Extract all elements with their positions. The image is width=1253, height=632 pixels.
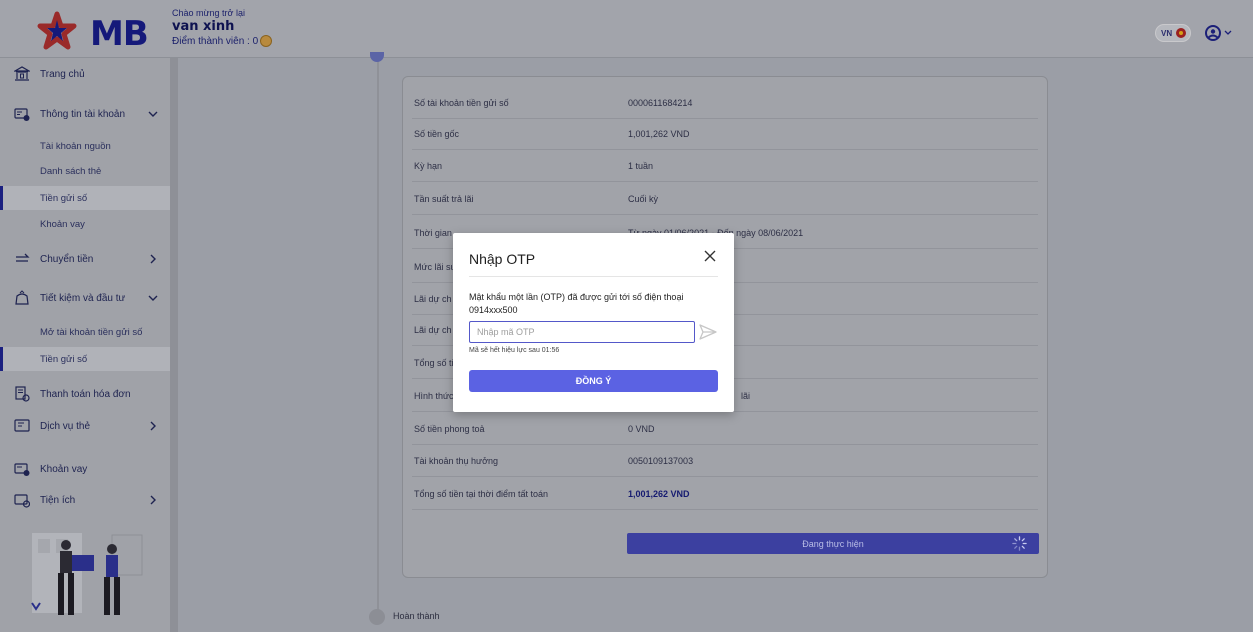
row-divider [412, 476, 1038, 477]
sidebar-item-card-service[interactable]: Dịch vụ thẻ [0, 418, 170, 434]
otp-modal-title: Nhập OTP [469, 251, 536, 267]
mb-logo[interactable]: MB [28, 10, 149, 54]
detail-label: Tài khoản thụ hưởng [414, 456, 498, 466]
otp-expiry-hint: Mã sẽ hết hiệu lực sau 01:56 [469, 347, 560, 354]
sidebar-item-account-info[interactable]: Thông tin tài khoản [0, 106, 170, 122]
send-icon[interactable] [699, 324, 717, 340]
sidebar-label-transfer: Chuyển tiền [40, 253, 94, 265]
chevron-right-icon [150, 421, 156, 431]
close-icon[interactable] [703, 249, 717, 263]
row-divider [412, 444, 1038, 445]
confirm-button[interactable]: ĐỒNG Ý [469, 370, 718, 392]
detail-label: Tần suất trả lãi [414, 194, 474, 204]
sidebar-item-loans[interactable]: Khoản vay [0, 461, 170, 477]
sidebar-label-card-service: Dịch vụ thẻ [40, 420, 91, 432]
detail-label: Mức lãi su [414, 262, 456, 272]
sidebar-label-account-info: Thông tin tài khoản [40, 108, 126, 120]
piggy-icon [15, 290, 29, 305]
sidebar-label-bill-pay: Thanh toán hóa đơn [40, 388, 131, 400]
step-indicator-top [370, 52, 384, 62]
language-label: VN [1161, 28, 1173, 38]
coin-icon [260, 35, 273, 47]
member-points-label: Điểm thành viên : 0 [172, 35, 259, 47]
sidebar-item-transfer[interactable]: Chuyển tiền [0, 251, 170, 267]
otp-modal: Nhập OTP Mật khẩu một lần (OTP) đã được … [453, 233, 734, 412]
logo-text: MB [90, 14, 149, 54]
chevron-right-icon [150, 254, 156, 264]
user-icon[interactable] [1205, 25, 1235, 41]
detail-label: Tổng số tiền tại thời điểm tất toán [414, 489, 548, 499]
sidebar-item-utilities[interactable]: Tiện ích [0, 492, 170, 508]
detail-label: Thời gian [414, 228, 452, 238]
language-switch[interactable]: VN [1155, 24, 1191, 42]
detail-value: 1,001,262 VND [628, 129, 690, 139]
settlement-total-value: 1,001,262 VND [628, 489, 690, 499]
detail-label: Số tiền gốc [414, 129, 460, 139]
row-divider [412, 214, 1038, 215]
member-points: Điểm thành viên : 0 [172, 35, 273, 47]
row-divider [412, 118, 1038, 119]
detail-label: Số tiền phong toả [414, 424, 485, 434]
welcome-text: Chào mừng trở lại [172, 8, 245, 18]
detail-label: Lãi dự ch [414, 325, 452, 335]
utility-icon [14, 494, 30, 508]
detail-value: 1 tuần [628, 161, 654, 171]
sidebar-item-home[interactable]: Trang chủ [0, 66, 170, 82]
processing-button-label: Đang thực hiện [802, 538, 864, 549]
sidebar-label-savings: Tiết kiệm và đầu tư [40, 292, 126, 304]
processing-button[interactable]: Đang thực hiện [627, 533, 1039, 554]
detail-value: 0050109137003 [628, 456, 694, 466]
chevron-down-icon [148, 295, 158, 301]
detail-value: 0000611684214 [628, 98, 693, 108]
detail-label: Kỳ hạn [414, 161, 443, 171]
sidebar-label-utilities: Tiện ích [40, 494, 76, 506]
card-service-icon [14, 419, 30, 432]
sidebar-item-digital-deposit-2[interactable]: Tiền gửi số [0, 347, 170, 371]
modal-divider [469, 276, 718, 277]
otp-input[interactable] [469, 321, 695, 343]
step-indicator-done [369, 609, 385, 625]
spinner-icon [1012, 536, 1027, 551]
step-label-done: Hoàn thành [393, 611, 440, 621]
detail-value: Cuối kỳ [628, 194, 659, 204]
sidebar-label-home: Trang chủ [40, 68, 85, 80]
people-illustration [31, 533, 143, 615]
bill-icon [15, 386, 30, 402]
row-divider [412, 509, 1038, 510]
welcome-block: Chào mừng trở lại van xinh Điểm thành vi… [172, 8, 273, 47]
loan-icon [14, 463, 30, 476]
progress-line [377, 58, 379, 610]
chevron-down-icon [148, 111, 158, 117]
flag-icon [1176, 28, 1187, 38]
detail-label: Số tài khoản tiền gửi số [414, 98, 509, 108]
transfer-icon [16, 253, 30, 262]
mb-star-icon [37, 11, 77, 50]
sidebar-item-savings[interactable]: Tiết kiệm và đầu tư [0, 290, 170, 306]
sidebar-item-card-list[interactable]: Danh sách thẻ [0, 159, 170, 183]
row-divider [412, 181, 1038, 182]
sidebar-item-source-account[interactable]: Tài khoản nguồn [0, 134, 170, 158]
otp-description: Mật khẩu một lần (OTP) đã được gửi tới s… [469, 292, 684, 315]
user-name: van xinh [172, 19, 235, 34]
detail-label: Lãi dự ch [414, 294, 452, 304]
sidebar-item-bill-pay[interactable]: Thanh toán hóa đơn [0, 386, 170, 402]
detail-value: 0 VND [628, 424, 655, 434]
sidebar-item-open-deposit[interactable]: Mở tài khoản tiền gửi số [0, 320, 170, 344]
card-icon [14, 108, 30, 121]
bank-icon [14, 66, 30, 81]
app-header: MB Chào mừng trở lại van xinh Điểm thành… [0, 0, 1253, 58]
sidebar-item-loan-sub[interactable]: Khoản vay [0, 212, 170, 236]
chevron-right-icon [150, 495, 156, 505]
detail-value: lãi [741, 391, 751, 401]
detail-label: Tổng số ti [414, 358, 454, 368]
sidebar-label-loans: Khoản vay [40, 463, 88, 475]
detail-label: Hình thức [414, 391, 454, 401]
row-divider [412, 149, 1038, 150]
sidebar-item-digital-deposit[interactable]: Tiền gửi số [0, 186, 170, 210]
